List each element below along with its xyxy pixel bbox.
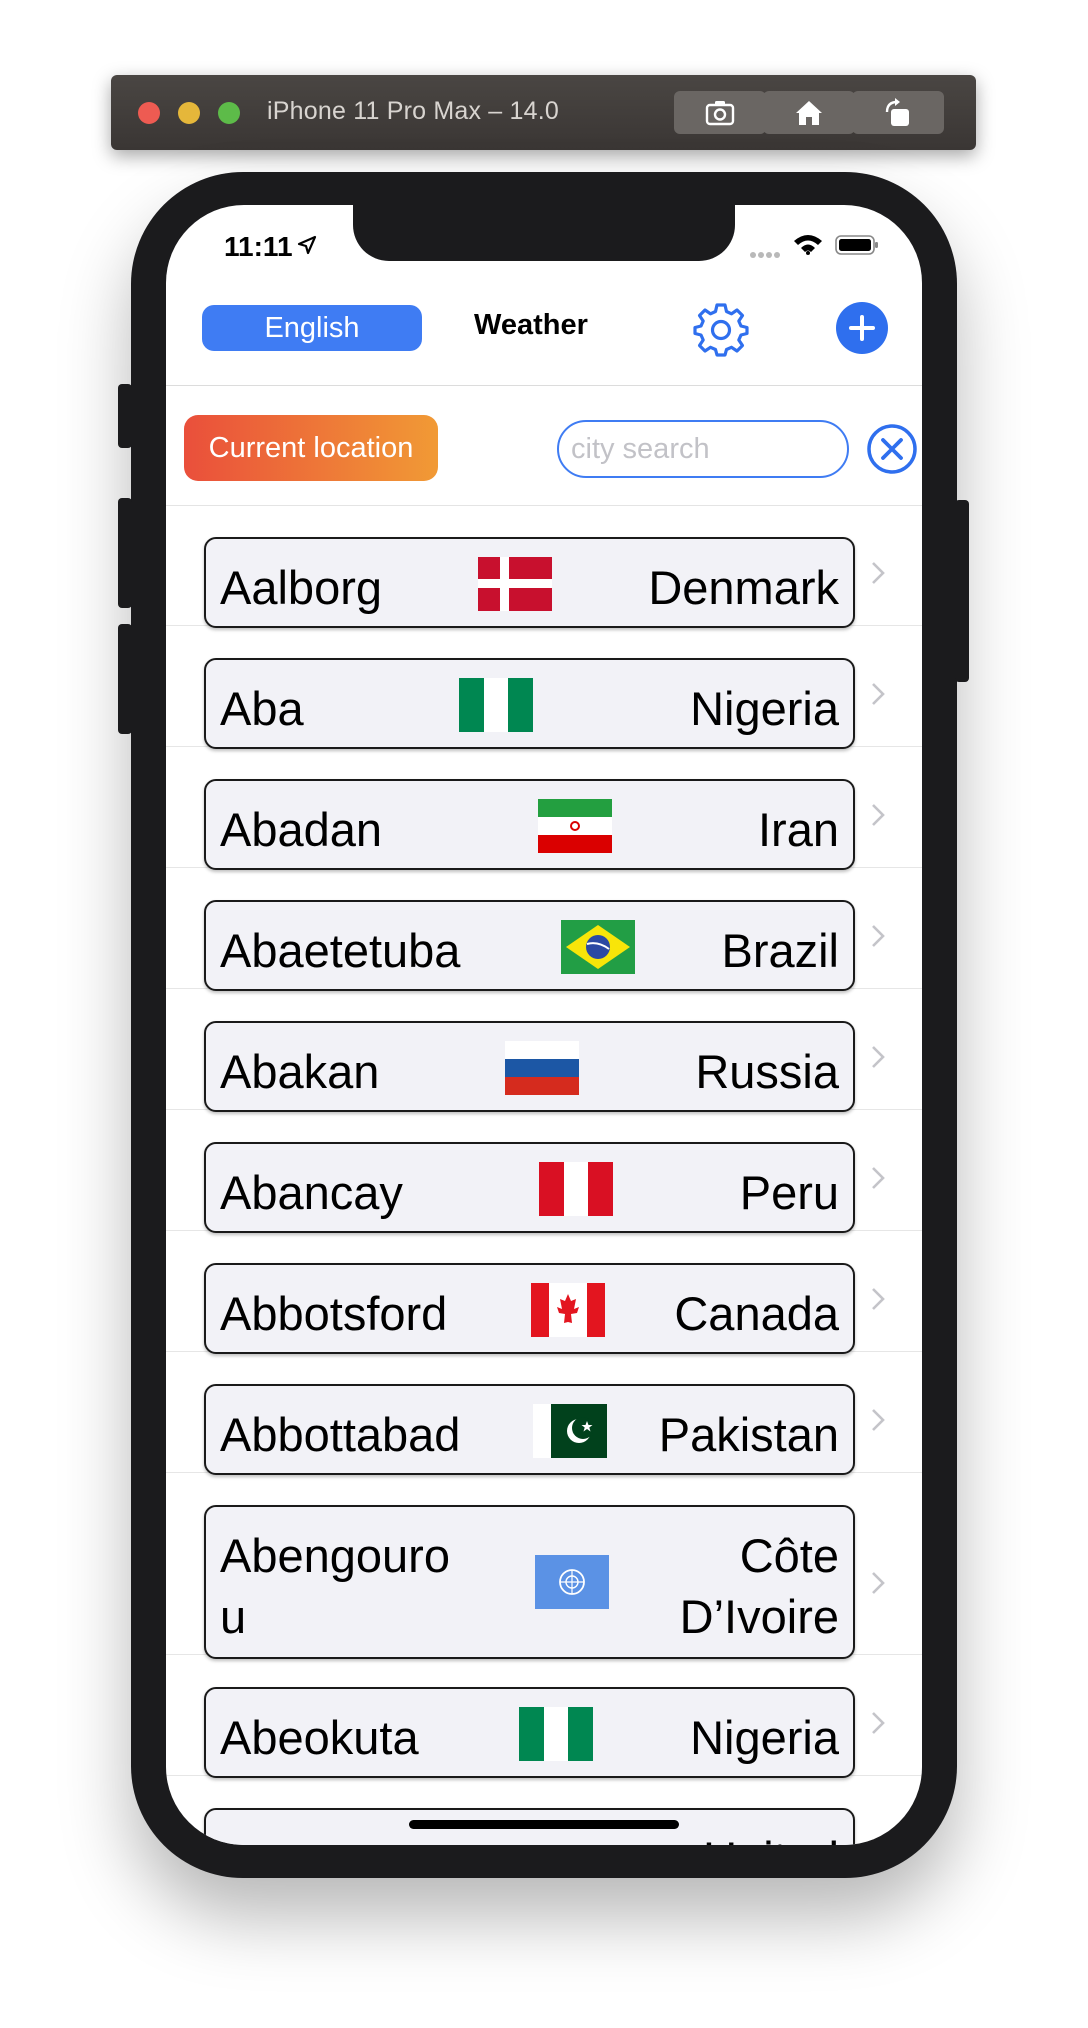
- nigeria-flag-icon: [519, 1707, 593, 1761]
- add-city-button[interactable]: [836, 302, 888, 354]
- screenshot-icon: [705, 100, 735, 125]
- city-list: Aalborg Denmark Aba Nigeria Abadan Iran …: [166, 505, 922, 1845]
- city-name: Abbotsford: [220, 1287, 448, 1340]
- list-item[interactable]: Abancay Peru: [166, 1110, 922, 1233]
- city-card[interactable]: Abancay Peru: [204, 1142, 855, 1233]
- gear-icon[interactable]: [693, 301, 749, 357]
- rotate-icon: [885, 97, 909, 126]
- city-card[interactable]: Abeokuta Nigeria: [204, 1687, 855, 1778]
- city-search-input[interactable]: [557, 420, 849, 478]
- iran-flag-icon: [538, 799, 612, 853]
- city-card[interactable]: Aba Nigeria: [204, 658, 855, 749]
- chevron-right-icon: [872, 683, 885, 705]
- city-name: Abbottabad: [220, 1408, 461, 1461]
- cellular-signal-icon: [750, 252, 780, 258]
- country-name: Côte D’Ivoire: [679, 1529, 839, 1644]
- home-button[interactable]: [763, 91, 855, 134]
- navigation-bar: English Weather: [166, 295, 922, 386]
- screenshot-button[interactable]: [674, 91, 766, 134]
- city-name: Abeokuta: [220, 1711, 419, 1764]
- list-item[interactable]: Abeokuta Nigeria: [166, 1655, 922, 1778]
- city-card[interactable]: Abengourou Côte D’Ivoire: [204, 1505, 855, 1659]
- close-window-button[interactable]: [138, 102, 160, 124]
- nigeria-flag-icon: [459, 678, 533, 732]
- list-item[interactable]: Abadan Iran: [166, 747, 922, 870]
- city-name: Aalborg: [220, 561, 382, 614]
- wifi-icon: [794, 235, 822, 255]
- power-button: [955, 500, 969, 682]
- country-name: Brazil: [721, 924, 839, 977]
- country-name: United: [639, 1828, 839, 1845]
- chevron-right-icon: [872, 1409, 885, 1431]
- country-name: Peru: [739, 1166, 839, 1219]
- chevron-right-icon: [872, 1288, 885, 1310]
- battery-icon: [835, 235, 878, 255]
- pakistan-flag-icon: [533, 1404, 607, 1458]
- list-item[interactable]: Aalborg Denmark: [166, 505, 922, 628]
- country-name: Canada: [674, 1287, 839, 1340]
- denmark-flag-icon: [478, 557, 552, 611]
- list-item[interactable]: Abbotsford Canada: [166, 1231, 922, 1354]
- chevron-right-icon: [872, 925, 885, 947]
- volume-down-button: [118, 624, 132, 734]
- country-name: Pakistan: [658, 1408, 839, 1461]
- city-name: Abengourou: [220, 1529, 450, 1644]
- chevron-right-icon: [872, 1572, 885, 1594]
- city-card[interactable]: Aalborg Denmark: [204, 537, 855, 628]
- plus-icon: [849, 315, 875, 341]
- rotate-button[interactable]: [852, 91, 944, 134]
- country-name: Denmark: [648, 561, 839, 614]
- language-button[interactable]: English: [202, 305, 422, 351]
- location-arrow-icon: [297, 235, 317, 255]
- list-item[interactable]: Aba Nigeria: [166, 626, 922, 749]
- country-name: Nigeria: [690, 1711, 839, 1764]
- current-location-button[interactable]: Current location: [184, 415, 438, 481]
- list-item[interactable]: Abbottabad Pakistan: [166, 1352, 922, 1475]
- phone-screen: 11:11 English Weather Current location c…: [166, 205, 922, 1845]
- city-card[interactable]: Abbotsford Canada: [204, 1263, 855, 1354]
- list-item[interactable]: United: [166, 1776, 922, 1845]
- brazil-flag-icon: [561, 920, 635, 974]
- city-name: Abaetetuba: [220, 924, 461, 977]
- mute-switch: [118, 384, 132, 448]
- simulator-title-bar: iPhone 11 Pro Max – 14.0: [111, 75, 976, 150]
- simulator-title: iPhone 11 Pro Max – 14.0: [267, 97, 560, 125]
- country-name: Nigeria: [690, 682, 839, 735]
- peru-flag-icon: [539, 1162, 613, 1216]
- city-name: Abadan: [220, 803, 383, 856]
- search-bar: Current location: [166, 385, 922, 506]
- home-icon: [796, 100, 822, 125]
- status-time: 11:11: [224, 231, 293, 262]
- city-name: Abancay: [220, 1166, 403, 1219]
- city-name: Aba: [220, 682, 304, 735]
- country-name: Russia: [695, 1045, 839, 1098]
- country-name: Iran: [758, 803, 839, 856]
- city-card[interactable]: Abaetetuba Brazil: [204, 900, 855, 991]
- zoom-window-button[interactable]: [218, 102, 240, 124]
- close-circle-icon[interactable]: [866, 423, 918, 475]
- city-card[interactable]: Abbottabad Pakistan: [204, 1384, 855, 1475]
- minimize-window-button[interactable]: [178, 102, 200, 124]
- home-indicator[interactable]: [409, 1820, 679, 1829]
- chevron-right-icon: [872, 562, 885, 584]
- chevron-right-icon: [872, 1712, 885, 1734]
- chevron-right-icon: [872, 1167, 885, 1189]
- chevron-right-icon: [872, 804, 885, 826]
- chevron-right-icon: [872, 1046, 885, 1068]
- city-card[interactable]: Abakan Russia: [204, 1021, 855, 1112]
- list-item[interactable]: Abaetetuba Brazil: [166, 868, 922, 991]
- un-flag-icon: [535, 1555, 609, 1609]
- city-card[interactable]: Abadan Iran: [204, 779, 855, 870]
- list-item[interactable]: Abengourou Côte D’Ivoire: [166, 1473, 922, 1659]
- russia-flag-icon: [505, 1041, 579, 1095]
- page-title: Weather: [474, 309, 588, 341]
- city-name: Abakan: [220, 1045, 380, 1098]
- notch: [353, 205, 735, 261]
- list-item[interactable]: Abakan Russia: [166, 989, 922, 1112]
- canada-flag-icon: [531, 1283, 605, 1337]
- volume-up-button: [118, 498, 132, 608]
